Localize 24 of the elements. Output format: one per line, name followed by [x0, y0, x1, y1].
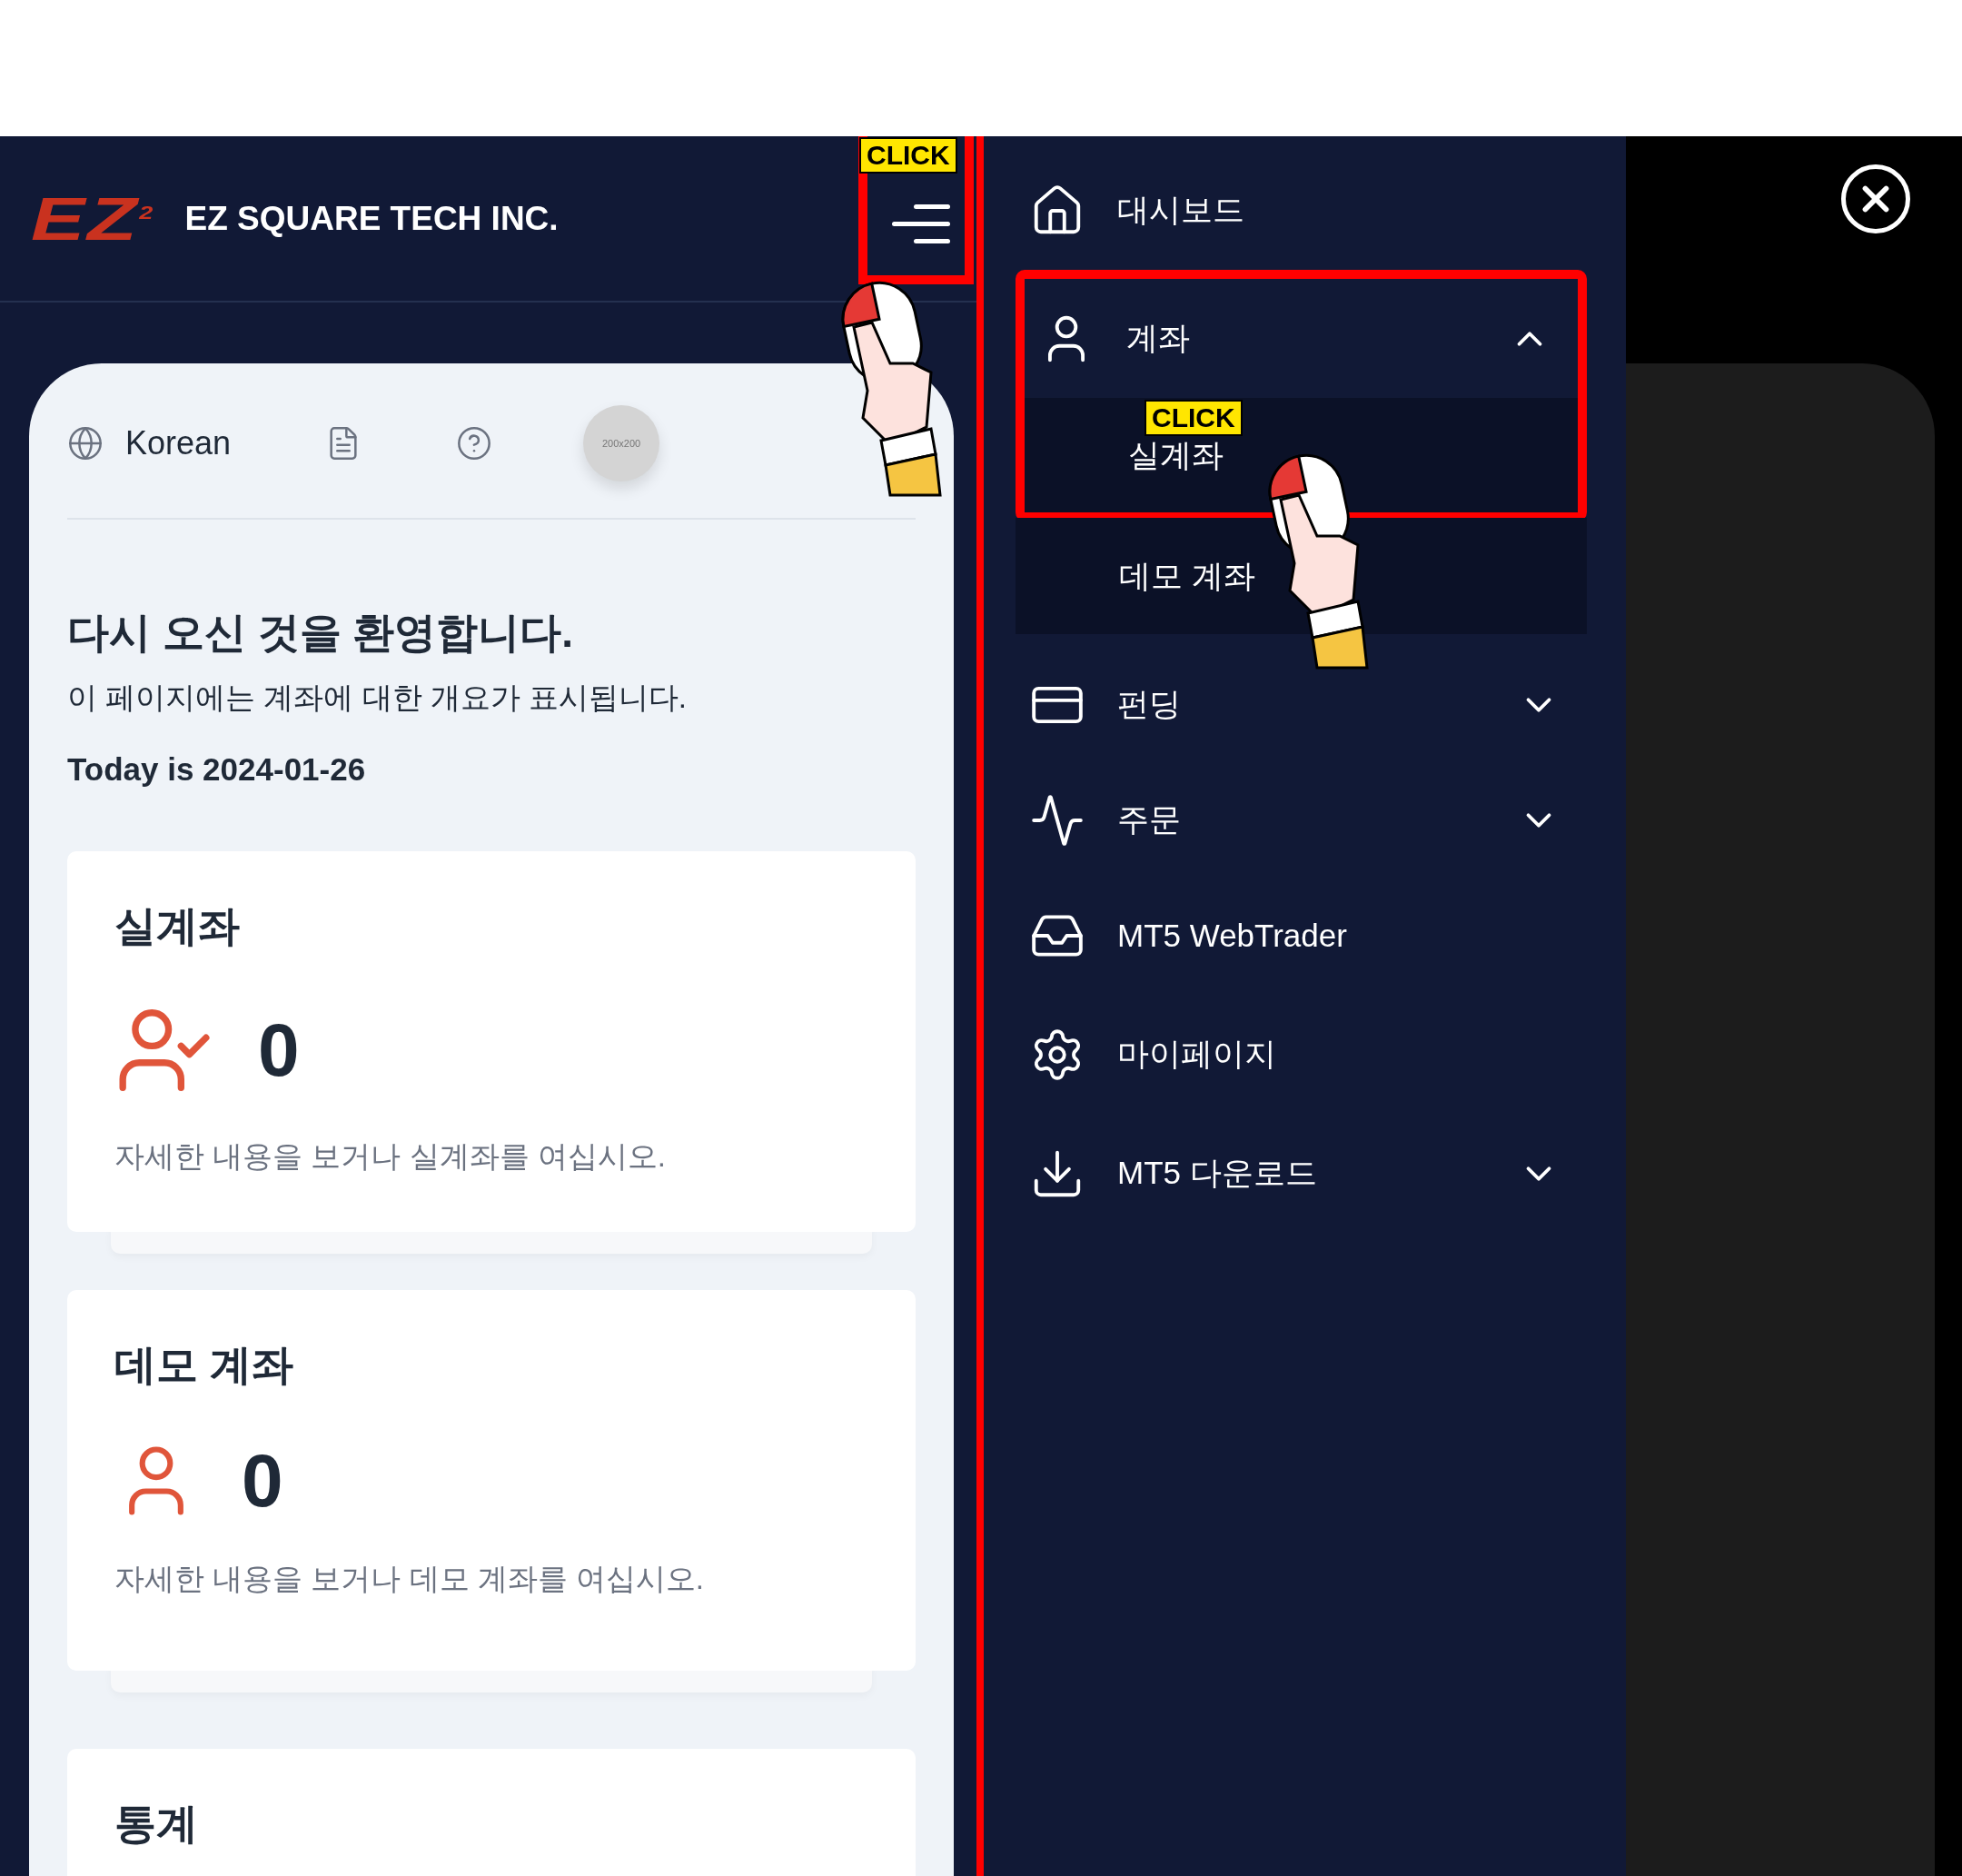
- help-icon[interactable]: [456, 425, 493, 462]
- menu-item[interactable]: 계좌: [1025, 279, 1578, 398]
- click-callout: CLICK: [859, 137, 957, 174]
- company-logo: EZ$^{2}$: [31, 188, 155, 249]
- card-title: 통계: [114, 1799, 199, 1849]
- card-title: 데모 계좌: [114, 1340, 294, 1390]
- card-title: 실계좌: [114, 901, 241, 951]
- language-selector[interactable]: Korean: [125, 424, 232, 462]
- menu-item[interactable]: 마이페이지: [1016, 995, 1587, 1114]
- welcome-title: 다시 오신 것을 환영합니다.: [67, 608, 575, 658]
- today-date: Today is 2024-01-26: [67, 751, 367, 788]
- submenu-item[interactable]: 실계좌: [1128, 433, 1224, 477]
- welcome-subtitle: 이 페이지에는 계좌에 대한 개요가 표시됩니다.: [67, 680, 688, 716]
- submenu-item[interactable]: 데모 계좌: [1119, 554, 1255, 598]
- menu-item[interactable]: 대시보드: [1016, 151, 1587, 270]
- account-count: 0: [242, 1444, 283, 1518]
- menu-item[interactable]: MT5 다운로드: [1016, 1114, 1587, 1233]
- card-description: 자세한 내용을 보거나 실계좌를 여십시오.: [114, 1138, 667, 1175]
- globe-icon[interactable]: [67, 425, 104, 462]
- close-button[interactable]: [1841, 164, 1910, 233]
- company-name: EZ SQUARE TECH INC.: [184, 199, 559, 238]
- account-count: 0: [258, 1013, 300, 1087]
- click-callout: CLICK: [1144, 400, 1243, 436]
- card-description: 자세한 내용을 보거나 데모 계좌를 여십시오.: [114, 1561, 705, 1597]
